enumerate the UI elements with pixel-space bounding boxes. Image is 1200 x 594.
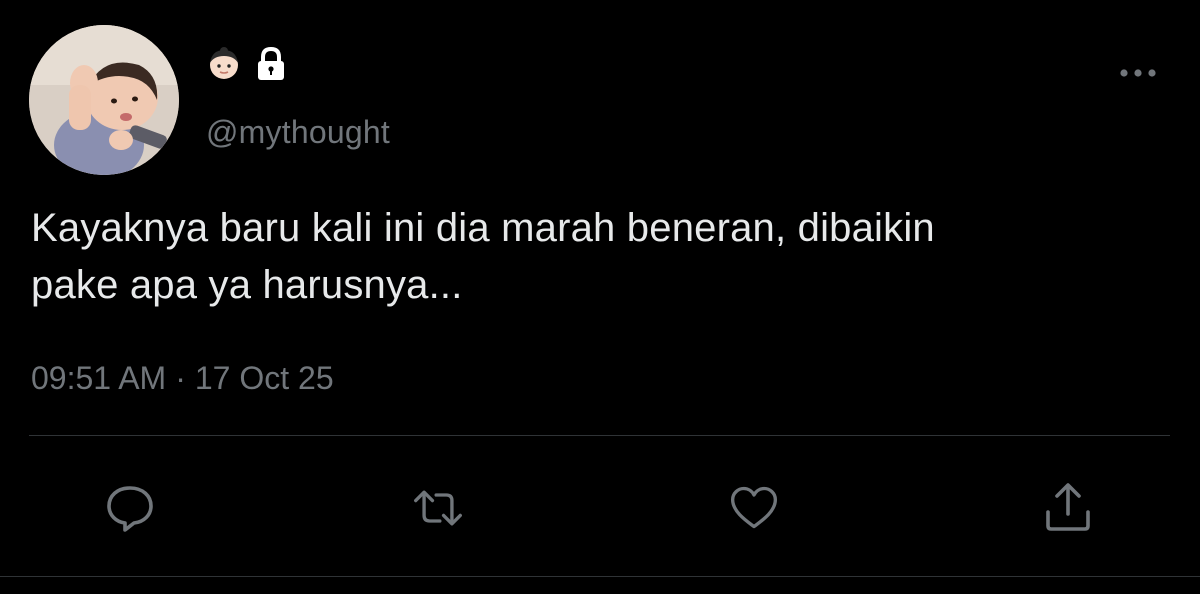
tweet-time: 09:51 AM xyxy=(31,360,167,396)
more-options-button[interactable] xyxy=(1116,58,1160,88)
lock-icon xyxy=(254,46,288,87)
bottom-divider xyxy=(0,576,1200,577)
share-button[interactable] xyxy=(1042,482,1094,534)
baby-photo-avatar-icon xyxy=(29,25,179,175)
more-options-icon xyxy=(1120,69,1156,77)
tweet-text-line-1: Kayaknya baru kali ini dia marah beneran… xyxy=(31,206,935,250)
retweet-icon xyxy=(414,490,462,526)
reply-icon xyxy=(107,486,153,532)
tweet-timestamp[interactable]: 09:51 AM · 17 Oct 25 xyxy=(31,360,334,397)
tweet-card: @mythought Kayaknya baru kali ini dia ma… xyxy=(0,0,1200,594)
tweet-text: Kayaknya baru kali ini dia marah beneran… xyxy=(31,200,1181,314)
tweet-text-line-2: pake apa ya harusnya... xyxy=(31,263,463,307)
avatar[interactable] xyxy=(29,25,179,175)
display-name[interactable] xyxy=(206,46,288,86)
tweet-date: 17 Oct 25 xyxy=(194,360,334,396)
meta-separator: · xyxy=(175,360,186,396)
divider xyxy=(29,435,1170,436)
like-button[interactable] xyxy=(728,482,780,534)
user-handle[interactable]: @mythought xyxy=(206,114,390,151)
heart-icon xyxy=(730,486,778,529)
reply-button[interactable] xyxy=(104,482,156,534)
share-icon xyxy=(1046,483,1090,531)
retweet-button[interactable] xyxy=(412,482,464,534)
girl-face-emoji-icon xyxy=(206,46,242,87)
